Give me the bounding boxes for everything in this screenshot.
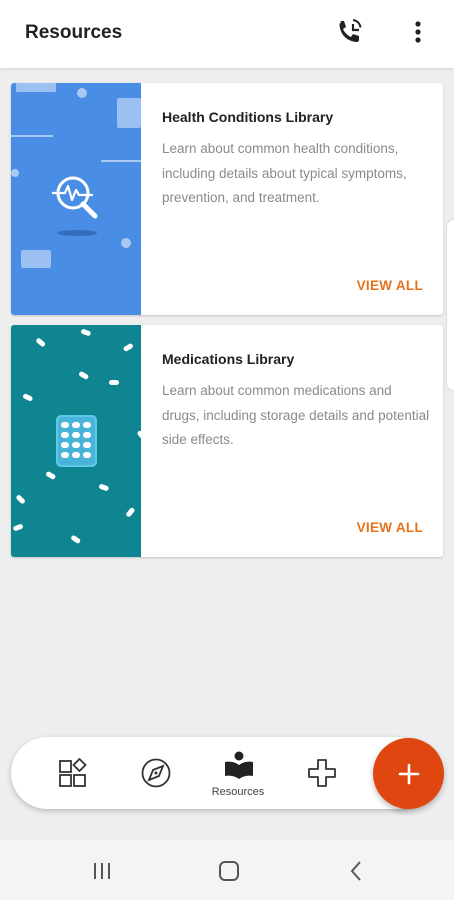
health-conditions-card[interactable]: Health Conditions Library Learn about co… — [11, 83, 443, 315]
medical-cross-icon — [308, 759, 336, 787]
next-card-peek — [447, 220, 454, 390]
medications-art — [11, 325, 146, 557]
home-icon[interactable] — [216, 858, 242, 884]
nav-item-explore[interactable] — [125, 737, 185, 809]
nav-item-dashboard[interactable] — [43, 737, 103, 809]
medications-card[interactable]: Medications Library Learn about common m… — [11, 325, 443, 557]
page-title: Resources — [25, 22, 123, 43]
card-description: Learn about common health conditions, in… — [162, 141, 407, 205]
compass-icon — [141, 758, 171, 788]
book-reader-icon — [225, 751, 253, 779]
view-all-button[interactable]: VIEW ALL — [357, 278, 423, 293]
phone-callback-icon[interactable] — [331, 14, 367, 50]
bottom-navigation: Resources — [11, 737, 433, 809]
add-button[interactable] — [373, 738, 444, 809]
dashboard-icon — [59, 757, 87, 787]
view-all-button[interactable]: VIEW ALL — [357, 520, 423, 535]
card-description: Learn about common medications and drugs… — [162, 383, 430, 447]
plus-icon — [398, 763, 420, 785]
system-navigation-bar — [0, 840, 454, 900]
content-area: Health Conditions Library Learn about co… — [0, 68, 454, 840]
health-conditions-art — [11, 83, 141, 315]
card-title: Health Conditions Library — [162, 109, 334, 125]
recents-icon[interactable] — [89, 858, 115, 884]
more-vert-icon[interactable] — [404, 14, 432, 50]
nav-item-care[interactable] — [291, 737, 351, 809]
nav-label: Resources — [211, 786, 265, 798]
back-icon[interactable] — [344, 858, 370, 884]
app-bar: Resources — [0, 0, 454, 68]
nav-item-resources[interactable]: Resources — [208, 737, 268, 809]
card-title: Medications Library — [162, 351, 295, 367]
pill-pack-icon — [56, 415, 97, 467]
